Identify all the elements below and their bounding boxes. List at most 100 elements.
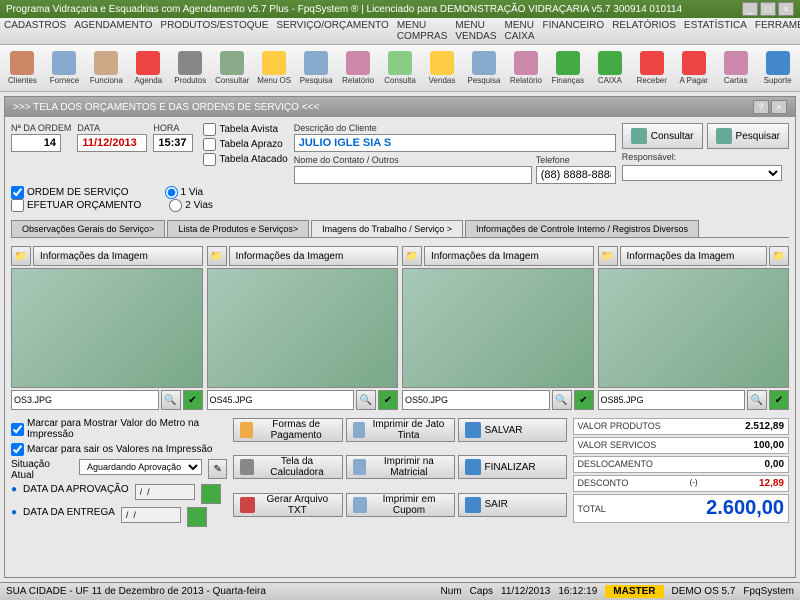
ordem-input[interactable] — [11, 134, 61, 152]
menu-caixa[interactable]: MENU CAIXA — [505, 20, 535, 42]
hora-input[interactable] — [153, 134, 193, 152]
calendar-icon[interactable] — [187, 507, 207, 527]
toolbar-pesquisa[interactable]: Pesquisa — [463, 47, 504, 89]
toolbar-vendas[interactable]: Vendas — [422, 47, 463, 89]
toolbar-caixa[interactable]: CAIXA — [589, 47, 630, 89]
image-thumbnail[interactable] — [11, 268, 203, 388]
toolbar-menu os[interactable]: Menu OS — [254, 47, 295, 89]
toolbar-finanças[interactable]: Finanças — [547, 47, 588, 89]
toolbar-pesquisa[interactable]: Pesquisa — [296, 47, 337, 89]
image-name-input[interactable] — [207, 390, 355, 410]
toolbar-consulta[interactable]: Consulta — [380, 47, 421, 89]
ok-icon[interactable]: ✔ — [574, 390, 594, 410]
image-thumbnail[interactable] — [402, 268, 594, 388]
image-thumbnail[interactable] — [598, 268, 790, 388]
image-info-button[interactable]: Informações da Imagem — [620, 246, 768, 266]
desc-cliente-input[interactable] — [294, 134, 616, 152]
menu-estatistica[interactable]: ESTATÍSTICA — [684, 20, 747, 42]
zoom-icon[interactable]: 🔍 — [161, 390, 181, 410]
toolbar-agenda[interactable]: Agenda — [128, 47, 169, 89]
folder-icon[interactable]: 📁 — [598, 246, 618, 266]
folder-icon[interactable]: 📁 — [402, 246, 422, 266]
tab-produtos[interactable]: Lista de Produtos e Serviços> — [167, 220, 309, 237]
menu-compras[interactable]: MENU COMPRAS — [397, 20, 448, 42]
image-name-input[interactable] — [598, 390, 746, 410]
menu-vendas[interactable]: MENU VENDAS — [455, 20, 496, 42]
image-info-button[interactable]: Informações da Imagem — [33, 246, 203, 266]
data-entrega-input[interactable] — [121, 507, 181, 523]
menu-servico[interactable]: SERVIÇO/ORÇAMENTO — [276, 20, 388, 42]
toolbar-suporte[interactable]: Suporte — [757, 47, 798, 89]
folder-icon[interactable]: 📁 — [11, 246, 31, 266]
efetuar-orc-check[interactable] — [11, 199, 24, 212]
sair-button[interactable]: SAIR — [458, 493, 567, 517]
salvar-button[interactable]: SALVAR — [458, 418, 567, 442]
responsavel-select[interactable] — [622, 165, 782, 181]
zoom-icon[interactable]: 🔍 — [356, 390, 376, 410]
close-icon[interactable]: × — [778, 2, 794, 16]
search-icon — [631, 128, 647, 144]
finalizar-button[interactable]: FINALIZAR — [458, 455, 567, 479]
folder-icon[interactable]: 📁 — [769, 246, 789, 266]
ordem-servico-check[interactable] — [11, 186, 24, 199]
check-metro[interactable] — [11, 423, 24, 436]
ok-icon[interactable]: ✔ — [183, 390, 203, 410]
help-icon[interactable]: ? — [753, 100, 769, 114]
folder-icon[interactable]: 📁 — [207, 246, 227, 266]
tabela-avista-check[interactable] — [203, 123, 216, 136]
tab-controle[interactable]: Informações de Controle Interno / Regist… — [465, 220, 699, 237]
toolbar-funciona[interactable]: Funciona — [86, 47, 127, 89]
pesquisar-button[interactable]: Pesquisar — [707, 123, 789, 149]
menu-agendamento[interactable]: AGENDAMENTO — [74, 20, 152, 42]
ok-icon[interactable]: ✔ — [378, 390, 398, 410]
situacao-select[interactable]: Aguardando Aprovação — [79, 459, 202, 475]
toolbar-relatório[interactable]: Relatório — [505, 47, 546, 89]
toolbar-relatório[interactable]: Relatório — [338, 47, 379, 89]
toolbar-a pagar[interactable]: A Pagar — [673, 47, 714, 89]
gerar-txt-button[interactable]: Gerar Arquivo TXT — [233, 493, 342, 517]
menu-financeiro[interactable]: FINANCEIRO — [543, 20, 605, 42]
toolbar-produtos[interactable]: Produtos — [170, 47, 211, 89]
toolbar-fornece[interactable]: Fornece — [44, 47, 85, 89]
situacao-edit-icon[interactable]: ✎ — [208, 459, 227, 479]
image-info-button[interactable]: Informações da Imagem — [424, 246, 594, 266]
data-aprovacao-input[interactable] — [135, 484, 195, 500]
tab-observacoes[interactable]: Observações Gerais do Serviço> — [11, 220, 165, 237]
check-valores[interactable] — [11, 443, 24, 456]
calendar-icon[interactable] — [201, 484, 221, 504]
data-input[interactable] — [77, 134, 147, 152]
telefone-input[interactable] — [536, 166, 616, 184]
tabela-aprazo-check[interactable] — [203, 138, 216, 151]
toolbar-consultar[interactable]: Consultar — [212, 47, 253, 89]
image-thumbnail[interactable] — [207, 268, 399, 388]
via2-radio[interactable] — [169, 199, 182, 212]
minimize-icon[interactable]: _ — [742, 2, 758, 16]
toolbar-cartas[interactable]: Cartas — [715, 47, 756, 89]
image-name-input[interactable] — [402, 390, 550, 410]
maximize-icon[interactable]: □ — [760, 2, 776, 16]
consultar-button[interactable]: Consultar — [622, 123, 703, 149]
inner-close-icon[interactable]: × — [771, 100, 787, 114]
data-entrega-label: DATA DA ENTREGA — [23, 507, 115, 518]
ok-icon[interactable]: ✔ — [769, 390, 789, 410]
toolbar-receber[interactable]: Receber — [631, 47, 672, 89]
zoom-icon[interactable]: 🔍 — [747, 390, 767, 410]
tab-imagens[interactable]: Imagens do Trabalho / Serviço > — [311, 220, 463, 237]
formas-pagamento-button[interactable]: Formas de Pagamento — [233, 418, 342, 442]
imprimir-jato-button[interactable]: Imprimir de Jato Tinta — [346, 418, 455, 442]
zoom-icon[interactable]: 🔍 — [552, 390, 572, 410]
imprimir-matricial-button[interactable]: Imprimir na Matricial — [346, 455, 455, 479]
image-name-input[interactable] — [11, 390, 159, 410]
menu-relatorios[interactable]: RELATÓRIOS — [612, 20, 676, 42]
calculadora-button[interactable]: Tela da Calculadora — [233, 455, 342, 479]
desc-cliente-label: Descrição do Cliente — [294, 123, 616, 133]
toolbar-clientes[interactable]: Clientes — [2, 47, 43, 89]
imprimir-cupom-button[interactable]: Imprimir em Cupom — [346, 493, 455, 517]
tabela-atacado-check[interactable] — [203, 153, 216, 166]
image-info-button[interactable]: Informações da Imagem — [229, 246, 399, 266]
menu-ferramentas[interactable]: FERRAMENTAS — [755, 20, 800, 42]
menu-produtos[interactable]: PRODUTOS/ESTOQUE — [160, 20, 268, 42]
menu-cadastros[interactable]: CADASTROS — [4, 20, 66, 42]
via1-radio[interactable] — [165, 186, 178, 199]
contato-input[interactable] — [294, 166, 532, 184]
